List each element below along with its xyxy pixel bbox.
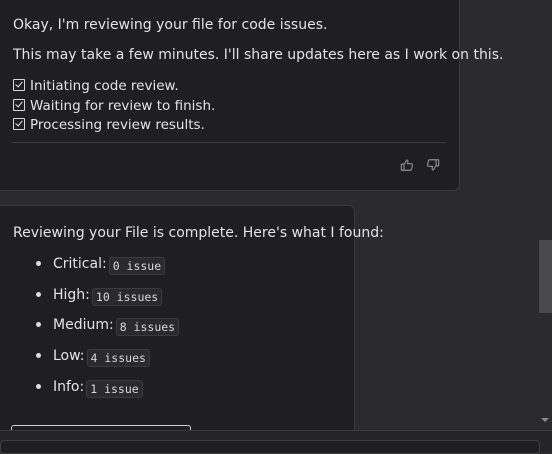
scroll-down-arrow-icon[interactable] bbox=[541, 418, 549, 422]
scrollbar-thumb[interactable] bbox=[539, 240, 552, 313]
checklist-item: Waiting for review to finish. bbox=[13, 97, 215, 117]
message-status-text: This may take a few minutes. I'll share … bbox=[13, 47, 504, 63]
progress-checklist: Initiating code review. Waiting for revi… bbox=[13, 77, 215, 136]
finding-label: High: bbox=[53, 286, 90, 303]
finding-count: 4 issues bbox=[86, 349, 150, 368]
checklist-item-label: Processing review results. bbox=[30, 117, 205, 133]
finding-label: Critical: bbox=[53, 256, 107, 272]
thumbs-down-icon[interactable] bbox=[426, 158, 440, 172]
checklist-item: Processing review results. bbox=[13, 116, 215, 136]
checklist-item-label: Initiating code review. bbox=[30, 78, 179, 94]
results-intro-text: Reviewing your File is complete. Here's … bbox=[13, 225, 384, 241]
finding-count: 10 issues bbox=[91, 287, 163, 306]
finding-label: Low: bbox=[53, 348, 85, 365]
finding-label: Medium: bbox=[53, 317, 114, 334]
checked-box-icon bbox=[13, 98, 25, 111]
message-divider bbox=[12, 142, 446, 143]
checked-box-icon bbox=[13, 118, 25, 130]
message-intro-text: Okay, I'm reviewing your file for code i… bbox=[13, 17, 328, 33]
finding-count: 0 issue bbox=[108, 257, 166, 275]
scrollbar-track[interactable] bbox=[538, 0, 552, 430]
checklist-item: Initiating code review. bbox=[13, 77, 215, 97]
finding-label: Info: bbox=[53, 378, 85, 395]
finding-count: 8 issues bbox=[115, 318, 180, 337]
checklist-item-label: Waiting for review to finish. bbox=[30, 97, 216, 114]
bullet-icon bbox=[36, 291, 41, 297]
thumbs-up-icon[interactable] bbox=[400, 158, 414, 172]
finding-count: 1 issue bbox=[86, 379, 143, 398]
checked-box-icon bbox=[13, 79, 25, 91]
bullet-icon bbox=[36, 383, 41, 389]
chat-messages: Okay, I'm reviewing your file for code i… bbox=[0, 0, 538, 430]
bullet-icon bbox=[36, 261, 41, 266]
